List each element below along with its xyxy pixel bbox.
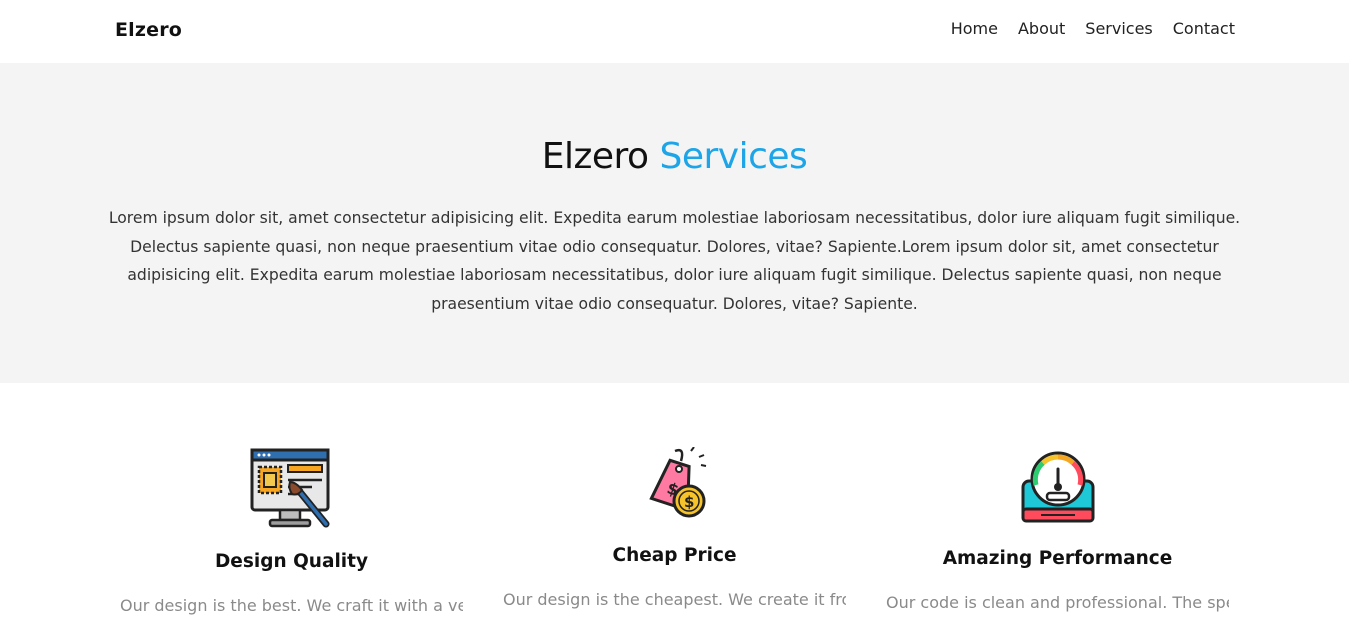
hero-title: Elzero Services — [0, 136, 1349, 177]
nav-link-about[interactable]: About — [1018, 18, 1065, 40]
feature-text: Our design is the cheapest. We create it… — [503, 590, 846, 609]
price-tag-icon: $ $ — [649, 447, 707, 518]
nav-link-services[interactable]: Services — [1085, 18, 1152, 40]
site-header: Elzero Home About Services Contact — [0, 0, 1349, 63]
design-monitor-icon — [250, 448, 330, 528]
nav-link-home[interactable]: Home — [951, 18, 998, 40]
svg-text:$: $ — [684, 493, 694, 511]
features-section: Design Quality Our design is the best. W… — [0, 383, 1349, 615]
hero-description: Lorem ipsum dolor sit, amet consectetur … — [108, 209, 1241, 314]
hero-title-accent: Services — [659, 136, 808, 177]
hero-title-main: Elzero — [541, 136, 649, 177]
feature-title: Amazing Performance — [942, 548, 1173, 569]
main-nav: Home About Services Contact — [931, 18, 1235, 40]
nav-link-contact[interactable]: Contact — [1173, 18, 1235, 40]
services-hero: Elzero Services Lorem ipsum dolor sit, a… — [0, 63, 1349, 383]
feature-text: Our design is the best. We craft it with… — [120, 596, 463, 615]
site-logo[interactable]: Elzero — [115, 19, 182, 41]
feature-title: Design Quality — [214, 551, 369, 572]
feature-title: Cheap Price — [612, 545, 737, 566]
feature-text: Our code is clean and professional. The … — [886, 593, 1229, 612]
speed-gauge-icon — [1021, 451, 1095, 523]
